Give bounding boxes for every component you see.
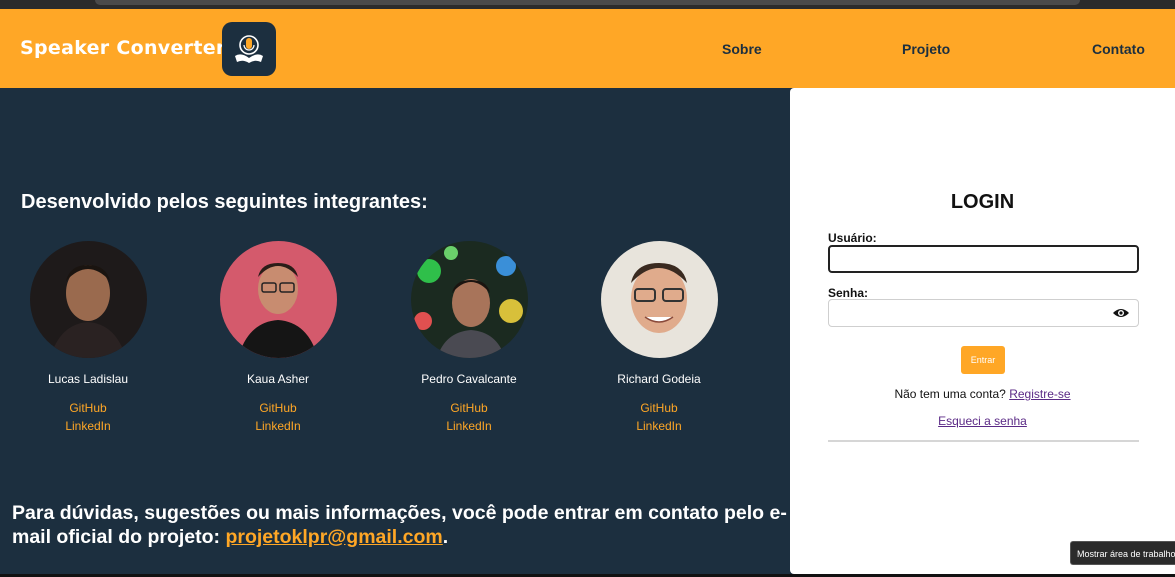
nav-sobre[interactable]: Sobre xyxy=(722,41,762,57)
avatar xyxy=(410,241,528,358)
avatar xyxy=(600,241,718,358)
github-link[interactable]: GitHub xyxy=(8,399,168,417)
team-title: Desenvolvido pelos seguintes integrantes… xyxy=(21,191,428,213)
register-link[interactable]: Registre-se xyxy=(1009,387,1070,401)
contact-text: Para dúvidas, sugestões ou mais informaç… xyxy=(12,501,787,549)
login-title: LOGIN xyxy=(950,191,1015,213)
linkedin-link[interactable]: LinkedIn xyxy=(8,417,168,435)
github-link[interactable]: GitHub xyxy=(579,399,739,417)
register-prompt: Não tem uma conta? Registre-se xyxy=(790,387,1175,401)
avatar xyxy=(219,241,337,358)
linkedin-link[interactable]: LinkedIn xyxy=(579,417,739,435)
show-desktop-tooltip: Mostrar área de trabalho xyxy=(1070,541,1175,565)
navbar: Speaker Converter Sobre Projeto Contato xyxy=(0,9,1175,88)
divider xyxy=(828,440,1139,442)
login-panel: LOGIN Usuário: Senha: Entrar Não tem uma… xyxy=(790,88,1175,574)
nav-projeto[interactable]: Projeto xyxy=(902,41,950,57)
password-label: Senha: xyxy=(828,286,869,300)
team-member: Kaua Asher GitHub LinkedIn xyxy=(198,241,358,435)
contact-email-link[interactable]: projetoklpr@gmail.com xyxy=(225,526,442,548)
team-member: Lucas Ladislau GitHub LinkedIn xyxy=(8,241,168,435)
avatar xyxy=(29,241,147,358)
linkedin-link[interactable]: LinkedIn xyxy=(198,417,358,435)
brand-name[interactable]: Speaker Converter xyxy=(20,37,226,59)
forgot-password: Esqueci a senha xyxy=(790,414,1175,428)
contact-end: . xyxy=(442,526,449,548)
username-label: Usuário: xyxy=(828,231,877,245)
login-button[interactable]: Entrar xyxy=(961,346,1005,374)
team-member: Richard Godeia GitHub LinkedIn xyxy=(579,241,739,435)
browser-bar xyxy=(95,0,1080,5)
team-member: Pedro Cavalcante GitHub LinkedIn xyxy=(389,241,549,435)
github-link[interactable]: GitHub xyxy=(198,399,358,417)
show-password-icon[interactable] xyxy=(1112,307,1130,319)
github-link[interactable]: GitHub xyxy=(389,399,549,417)
browser-top-strip xyxy=(0,0,1175,9)
linkedin-link[interactable]: LinkedIn xyxy=(389,417,549,435)
forgot-password-link[interactable]: Esqueci a senha xyxy=(938,414,1027,428)
password-input[interactable] xyxy=(828,299,1139,327)
no-account-text: Não tem uma conta? xyxy=(894,387,1006,401)
username-input[interactable] xyxy=(828,245,1139,273)
nav-contato[interactable]: Contato xyxy=(1092,41,1145,57)
member-name: Pedro Cavalcante xyxy=(421,372,517,386)
logo-icon[interactable] xyxy=(222,22,276,76)
member-name: Lucas Ladislau xyxy=(47,372,129,386)
member-name: Richard Godeia xyxy=(617,372,701,386)
member-name: Kaua Asher xyxy=(246,372,310,386)
